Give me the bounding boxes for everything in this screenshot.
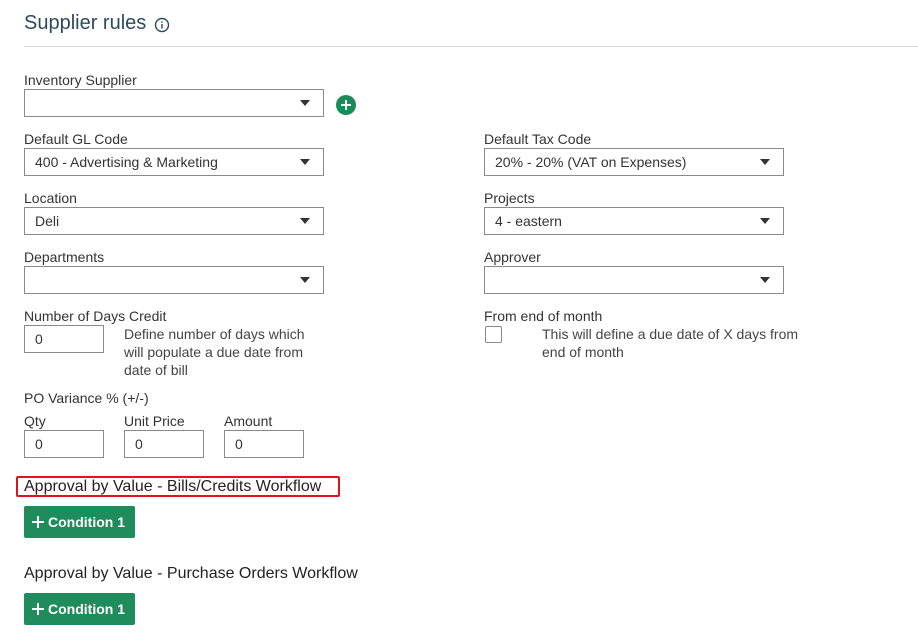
bills-add-condition-label: Condition 1 — [48, 514, 125, 530]
location-select[interactable]: Deli — [24, 207, 324, 235]
location-label: Location — [24, 190, 77, 206]
default-gl-code-select[interactable]: 400 - Advertising & Marketing — [24, 148, 324, 176]
unit-price-value: 0 — [135, 436, 143, 452]
amount-input[interactable]: 0 — [224, 430, 304, 458]
end-of-month-help: This will define a due date of X days fr… — [542, 326, 799, 360]
default-tax-code-label: Default Tax Code — [484, 131, 592, 147]
approver-select[interactable] — [484, 266, 784, 294]
projects-value: 4 - eastern — [495, 213, 562, 229]
departments-select[interactable] — [24, 266, 324, 294]
inventory-supplier-select[interactable] — [24, 89, 324, 117]
unit-price-input[interactable]: 0 — [124, 430, 204, 458]
bills-add-condition-button[interactable]: Condition 1 — [24, 506, 135, 538]
days-credit-value: 0 — [35, 331, 43, 347]
days-credit-label: Number of Days Credit — [24, 308, 167, 324]
chevron-down-icon — [300, 218, 310, 224]
days-credit-input[interactable]: 0 — [24, 325, 104, 353]
header-divider — [24, 46, 918, 47]
page-header: Supplier rules — [24, 12, 170, 35]
info-icon[interactable] — [154, 16, 170, 32]
chevron-down-icon — [300, 277, 310, 283]
po-add-condition-label: Condition 1 — [48, 601, 125, 617]
chevron-down-icon — [300, 159, 310, 165]
unit-price-label: Unit Price — [124, 413, 185, 429]
qty-label: Qty — [24, 413, 46, 429]
location-value: Deli — [35, 213, 60, 229]
chevron-down-icon — [300, 100, 310, 106]
qty-input[interactable]: 0 — [24, 430, 104, 458]
default-tax-code-value: 20% - 20% (VAT on Expenses) — [495, 154, 687, 170]
default-tax-code-select[interactable]: 20% - 20% (VAT on Expenses) — [484, 148, 784, 176]
chevron-down-icon — [760, 277, 770, 283]
end-of-month-checkbox[interactable] — [485, 326, 502, 343]
projects-select[interactable]: 4 - eastern — [484, 207, 784, 235]
approver-label: Approver — [484, 249, 541, 265]
po-workflow-heading: Approval by Value - Purchase Orders Work… — [24, 565, 358, 582]
qty-value: 0 — [35, 436, 43, 452]
amount-label: Amount — [224, 413, 273, 429]
departments-label: Departments — [24, 249, 105, 265]
projects-label: Projects — [484, 190, 535, 206]
plus-icon — [32, 516, 44, 528]
days-credit-help: Define number of days which will populat… — [124, 326, 305, 378]
plus-circle-icon[interactable] — [336, 95, 356, 115]
po-add-condition-button[interactable]: Condition 1 — [24, 593, 135, 625]
inventory-supplier-label: Inventory Supplier — [24, 72, 137, 88]
default-gl-code-label: Default GL Code — [24, 131, 128, 147]
chevron-down-icon — [760, 159, 770, 165]
end-of-month-label: From end of month — [484, 308, 603, 324]
plus-icon — [32, 603, 44, 615]
po-variance-label: PO Variance % (+/-) — [24, 390, 149, 406]
page-title: Supplier rules — [24, 12, 147, 34]
chevron-down-icon — [760, 218, 770, 224]
amount-value: 0 — [235, 436, 243, 452]
bills-workflow-heading: Approval by Value - Bills/Credits Workfl… — [24, 478, 322, 495]
default-gl-code-value: 400 - Advertising & Marketing — [35, 154, 218, 170]
